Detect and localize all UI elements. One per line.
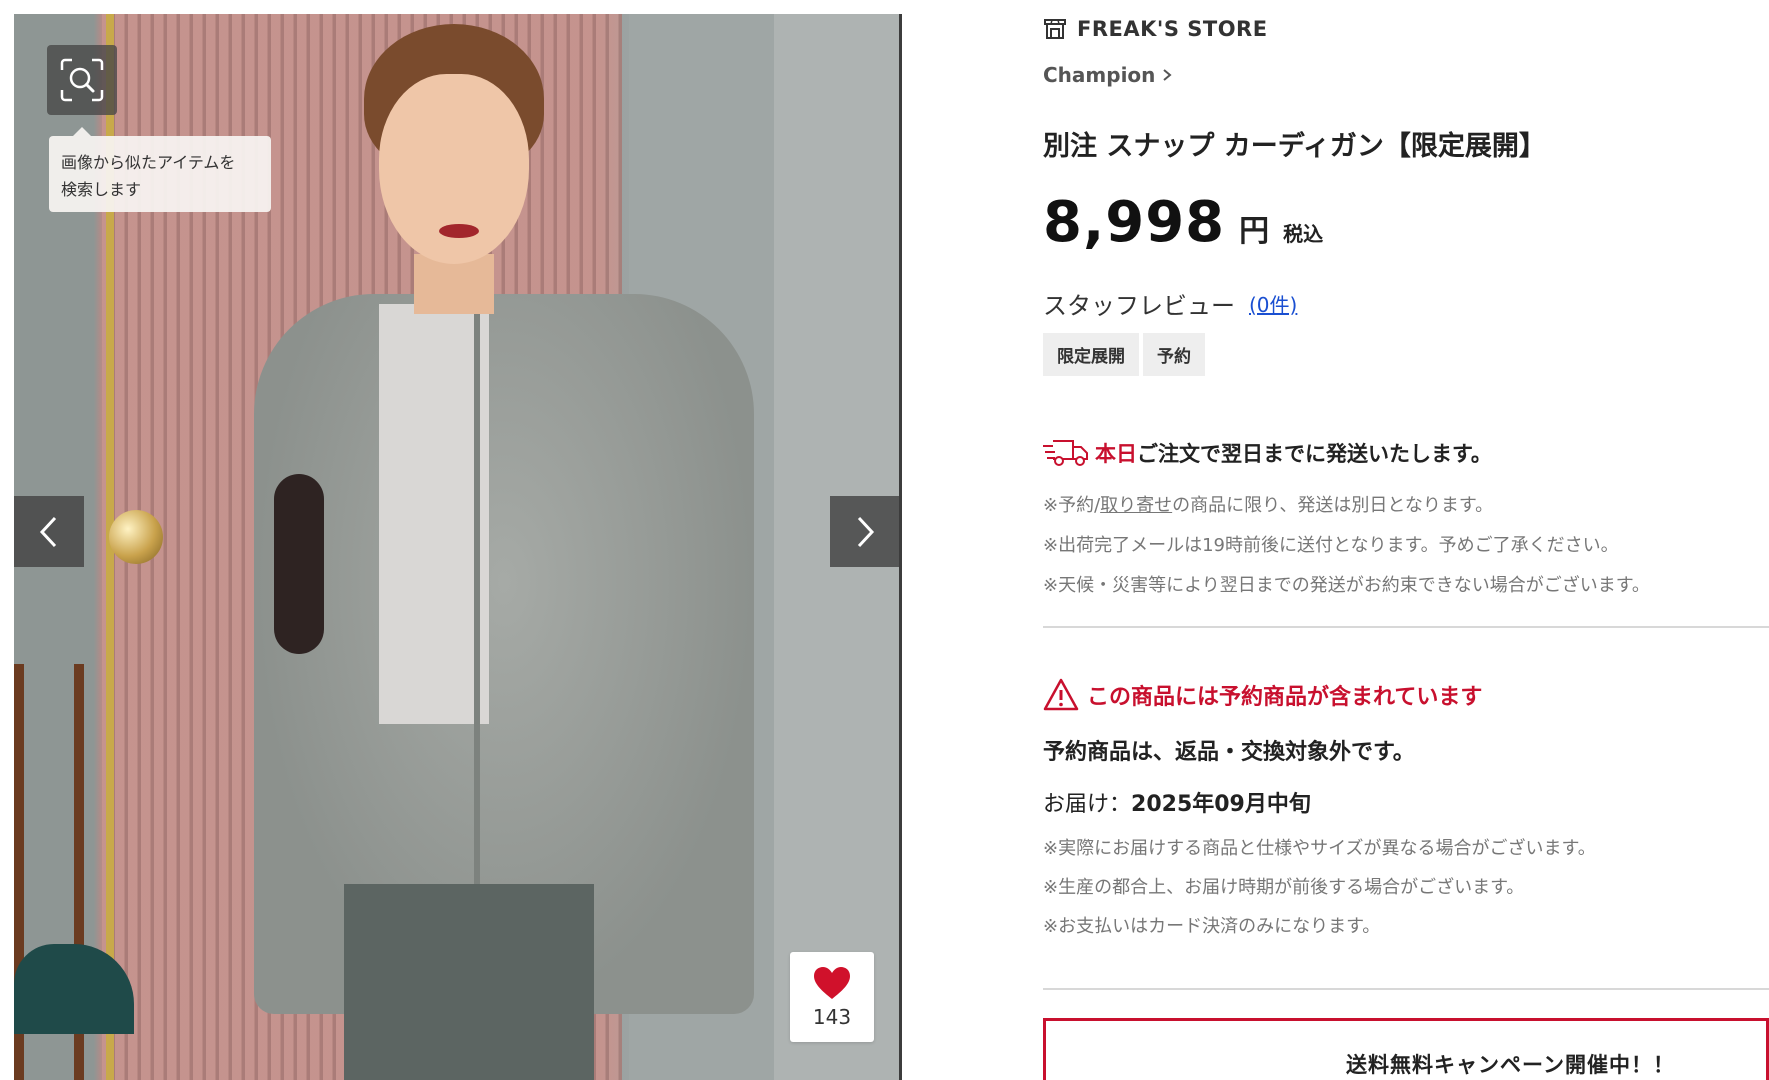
brand-name: Champion bbox=[1043, 63, 1156, 87]
price: 8,998 円 税込 bbox=[1043, 190, 1323, 255]
divider bbox=[1043, 988, 1769, 990]
product-info: FREAK'S STORE Champion 別注 スナップ カーディガン【限定… bbox=[1043, 0, 1769, 1080]
tooltip-line-1: 画像から似たアイテムを bbox=[61, 153, 236, 172]
chevron-right-icon bbox=[857, 516, 875, 547]
order-in-link[interactable]: 取り寄せ bbox=[1100, 495, 1172, 516]
reservation-note-2: ※生産の都合上、お届け時期が前後する場合がございます。 bbox=[1043, 877, 1525, 898]
shop-name: FREAK'S STORE bbox=[1077, 17, 1268, 41]
no-return-notice: 予約商品は、返品・交換対象外です。 bbox=[1043, 740, 1415, 765]
staff-review-label: スタッフレビュー bbox=[1043, 292, 1235, 320]
reservation-notes: ※実際にお届けする商品と仕様やサイズが異なる場合がございます。 ※生産の都合上、… bbox=[1043, 829, 1596, 946]
shipping-note-1: ※予約/取り寄せの商品に限り、発送は別日となります。 bbox=[1043, 486, 1650, 526]
shop-link[interactable]: FREAK'S STORE bbox=[1043, 17, 1268, 41]
shipping-note-1-suffix: の商品に限り、発送は別日となります。 bbox=[1172, 495, 1494, 516]
product-title: 別注 スナップ カーディガン【限定展開】 bbox=[1043, 131, 1546, 162]
tag-reservation[interactable]: 予約 bbox=[1143, 333, 1205, 376]
model-pants bbox=[344, 884, 594, 1080]
model-lips bbox=[439, 224, 479, 238]
brand-link[interactable]: Champion bbox=[1043, 63, 1173, 87]
delivery-date: お届け：2025年09月中旬 bbox=[1043, 786, 1311, 818]
model-bag bbox=[274, 474, 324, 654]
next-image-button[interactable] bbox=[830, 496, 900, 567]
image-search-icon bbox=[60, 58, 104, 102]
shipping-note-1-prefix: ※予約/ bbox=[1043, 495, 1101, 516]
delivery-label: お届け： bbox=[1043, 792, 1132, 817]
reservation-note-3: ※お支払いはカード決済のみになります。 bbox=[1043, 916, 1381, 937]
favorite-count: 143 bbox=[812, 1005, 852, 1029]
shipping-note-3: ※天候・災害等により翌日までの発送がお約束できない場合がございます。 bbox=[1043, 575, 1650, 596]
tax-label: 税込 bbox=[1283, 222, 1324, 246]
campaign-banner[interactable]: 送料無料キャンペーン開催中！！ bbox=[1043, 1018, 1769, 1080]
image-border bbox=[899, 14, 902, 1080]
door-knob bbox=[109, 510, 163, 564]
reservation-note-1: ※実際にお届けする商品と仕様やサイズが異なる場合がございます。 bbox=[1043, 838, 1596, 859]
product-tags: 限定展開 予約 bbox=[1043, 333, 1205, 376]
previous-image-button[interactable] bbox=[14, 496, 84, 567]
chevron-right-icon bbox=[1163, 69, 1172, 81]
divider bbox=[1043, 626, 1769, 628]
staff-review: スタッフレビュー (0件) bbox=[1043, 286, 1297, 321]
favorite-button[interactable]: 143 bbox=[790, 952, 874, 1042]
shipping-highlight: 本日 bbox=[1095, 442, 1137, 466]
model bbox=[254, 24, 754, 1080]
reservation-warning-text: この商品には予約商品が含まれています bbox=[1087, 685, 1483, 710]
reservation-warning: この商品には予約商品が含まれています bbox=[1043, 678, 1482, 712]
store-icon bbox=[1044, 19, 1066, 39]
chevron-left-icon bbox=[39, 516, 57, 547]
warning-icon bbox=[1043, 678, 1079, 711]
shipping-note-2: ※出荷完了メールは19時前後に送付となります。予めご了承ください。 bbox=[1043, 535, 1619, 556]
price-currency: 円 bbox=[1239, 214, 1270, 249]
shipping-info: 本日 ご注文で翌日までに発送いたします。 bbox=[1043, 438, 1492, 468]
heart-icon bbox=[814, 967, 850, 999]
tooltip-line-2: 検索します bbox=[61, 180, 142, 199]
model-tshirt bbox=[379, 304, 489, 724]
staff-review-link[interactable]: (0件) bbox=[1249, 289, 1297, 318]
delivery-value: 2025年09月中旬 bbox=[1131, 792, 1311, 817]
image-search-button[interactable] bbox=[47, 45, 117, 115]
shipping-notes: ※予約/取り寄せの商品に限り、発送は別日となります。 ※出荷完了メールは19時前… bbox=[1043, 486, 1650, 606]
campaign-text: 送料無料キャンペーン開催中！！ bbox=[1346, 1053, 1675, 1077]
tag-limited[interactable]: 限定展開 bbox=[1043, 333, 1139, 376]
price-value: 8,998 bbox=[1043, 190, 1226, 255]
delivery-truck-icon bbox=[1043, 440, 1088, 466]
shipping-text: ご注文で翌日までに発送いたします。 bbox=[1137, 442, 1492, 466]
image-search-tooltip: 画像から似たアイテムを 検索します bbox=[49, 127, 271, 212]
